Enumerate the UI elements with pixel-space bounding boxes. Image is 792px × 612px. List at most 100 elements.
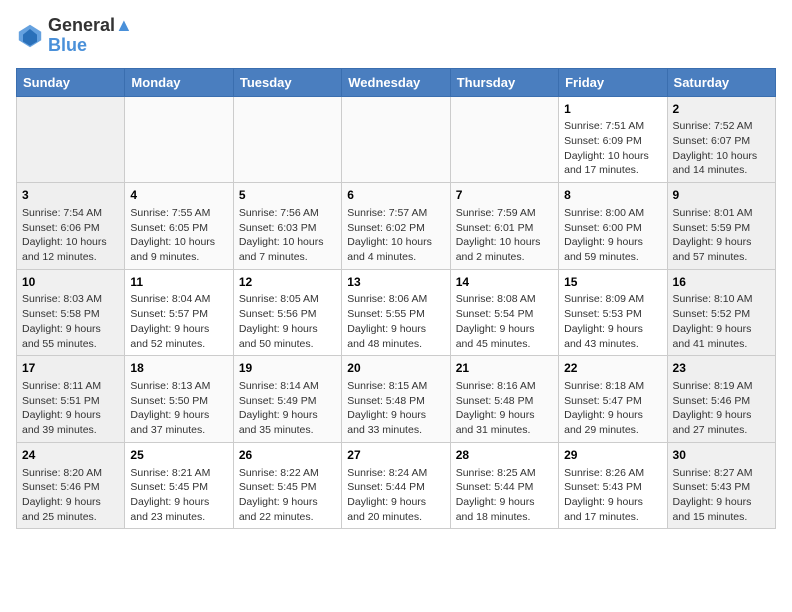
day-cell: 13Sunrise: 8:06 AM Sunset: 5:55 PM Dayli… bbox=[342, 269, 450, 356]
day-info: Sunrise: 8:19 AM Sunset: 5:46 PM Dayligh… bbox=[673, 379, 770, 438]
day-cell: 7 Sunrise: 7:59 AM Sunset: 6:01 PM Daylig… bbox=[450, 183, 558, 270]
day-cell: 23 Sunrise: 8:19 AM Sunset: 5:46 PM Dayli… bbox=[667, 356, 775, 443]
day-cell: 25 Sunrise: 8:21 AM Sunset: 5:45 PM Dayli… bbox=[125, 442, 233, 529]
week-row-5: 24 Sunrise: 8:20 AM Sunset: 5:46 PM Dayli… bbox=[17, 442, 776, 529]
day-cell: 11Sunrise: 8:04 AM Sunset: 5:57 PM Dayli… bbox=[125, 269, 233, 356]
day-info: Sunrise: 8:10 AM Sunset: 5:52 PM Dayligh… bbox=[673, 292, 770, 351]
day-info: Sunrise: 7:59 AM Sunset: 6:01 PM Dayligh… bbox=[456, 206, 553, 265]
day-cell: 30 Sunrise: 8:27 AM Sunset: 5:43 PM Dayli… bbox=[667, 442, 775, 529]
day-info: Sunrise: 7:56 AM Sunset: 6:03 PM Dayligh… bbox=[239, 206, 336, 265]
day-number: 17 bbox=[22, 360, 119, 377]
day-info: Sunrise: 8:05 AM Sunset: 5:56 PM Dayligh… bbox=[239, 292, 336, 351]
weekday-header-monday: Monday bbox=[125, 68, 233, 96]
day-number: 6 bbox=[347, 187, 444, 204]
day-info: Sunrise: 8:21 AM Sunset: 5:45 PM Dayligh… bbox=[130, 466, 227, 525]
day-info: Sunrise: 8:16 AM Sunset: 5:48 PM Dayligh… bbox=[456, 379, 553, 438]
week-row-3: 10Sunrise: 8:03 AM Sunset: 5:58 PM Dayli… bbox=[17, 269, 776, 356]
day-number: 19 bbox=[239, 360, 336, 377]
day-info: Sunrise: 8:20 AM Sunset: 5:46 PM Dayligh… bbox=[22, 466, 119, 525]
day-info: Sunrise: 8:08 AM Sunset: 5:54 PM Dayligh… bbox=[456, 292, 553, 351]
day-info: Sunrise: 8:04 AM Sunset: 5:57 PM Dayligh… bbox=[130, 292, 227, 351]
day-number: 7 bbox=[456, 187, 553, 204]
day-cell: 2Sunrise: 7:52 AM Sunset: 6:07 PM Daylig… bbox=[667, 96, 775, 183]
day-info: Sunrise: 8:01 AM Sunset: 5:59 PM Dayligh… bbox=[673, 206, 770, 265]
day-number: 11 bbox=[130, 274, 227, 291]
day-cell: 24 Sunrise: 8:20 AM Sunset: 5:46 PM Dayli… bbox=[17, 442, 125, 529]
day-info: Sunrise: 8:00 AM Sunset: 6:00 PM Dayligh… bbox=[564, 206, 661, 265]
calendar-table: SundayMondayTuesdayWednesdayThursdayFrid… bbox=[16, 68, 776, 530]
day-cell bbox=[450, 96, 558, 183]
weekday-header-wednesday: Wednesday bbox=[342, 68, 450, 96]
day-number: 2 bbox=[673, 101, 770, 118]
day-info: Sunrise: 8:09 AM Sunset: 5:53 PM Dayligh… bbox=[564, 292, 661, 351]
day-number: 14 bbox=[456, 274, 553, 291]
day-info: Sunrise: 8:11 AM Sunset: 5:51 PM Dayligh… bbox=[22, 379, 119, 438]
day-info: Sunrise: 8:25 AM Sunset: 5:44 PM Dayligh… bbox=[456, 466, 553, 525]
day-number: 3 bbox=[22, 187, 119, 204]
day-number: 18 bbox=[130, 360, 227, 377]
weekday-header-friday: Friday bbox=[559, 68, 667, 96]
day-cell: 27 Sunrise: 8:24 AM Sunset: 5:44 PM Dayli… bbox=[342, 442, 450, 529]
weekday-header-row: SundayMondayTuesdayWednesdayThursdayFrid… bbox=[17, 68, 776, 96]
day-cell: 22 Sunrise: 8:18 AM Sunset: 5:47 PM Dayli… bbox=[559, 356, 667, 443]
day-number: 28 bbox=[456, 447, 553, 464]
day-cell: 15Sunrise: 8:09 AM Sunset: 5:53 PM Dayli… bbox=[559, 269, 667, 356]
weekday-header-saturday: Saturday bbox=[667, 68, 775, 96]
page-header: General▲ Blue bbox=[16, 16, 776, 56]
day-number: 22 bbox=[564, 360, 661, 377]
day-cell bbox=[17, 96, 125, 183]
day-info: Sunrise: 8:03 AM Sunset: 5:58 PM Dayligh… bbox=[22, 292, 119, 351]
week-row-4: 17 Sunrise: 8:11 AM Sunset: 5:51 PM Dayli… bbox=[17, 356, 776, 443]
day-number: 13 bbox=[347, 274, 444, 291]
weekday-header-sunday: Sunday bbox=[17, 68, 125, 96]
day-cell: 10Sunrise: 8:03 AM Sunset: 5:58 PM Dayli… bbox=[17, 269, 125, 356]
day-number: 23 bbox=[673, 360, 770, 377]
day-number: 27 bbox=[347, 447, 444, 464]
day-cell: 5Sunrise: 7:56 AM Sunset: 6:03 PM Daylig… bbox=[233, 183, 341, 270]
day-cell: 16Sunrise: 8:10 AM Sunset: 5:52 PM Dayli… bbox=[667, 269, 775, 356]
day-cell: 19Sunrise: 8:14 AM Sunset: 5:49 PM Dayli… bbox=[233, 356, 341, 443]
day-number: 21 bbox=[456, 360, 553, 377]
day-info: Sunrise: 8:06 AM Sunset: 5:55 PM Dayligh… bbox=[347, 292, 444, 351]
day-cell: 9 Sunrise: 8:01 AM Sunset: 5:59 PM Daylig… bbox=[667, 183, 775, 270]
day-number: 4 bbox=[130, 187, 227, 204]
day-cell: 20 Sunrise: 8:15 AM Sunset: 5:48 PM Dayli… bbox=[342, 356, 450, 443]
day-number: 9 bbox=[673, 187, 770, 204]
day-info: Sunrise: 8:18 AM Sunset: 5:47 PM Dayligh… bbox=[564, 379, 661, 438]
logo: General▲ Blue bbox=[16, 16, 133, 56]
weekday-header-thursday: Thursday bbox=[450, 68, 558, 96]
day-cell: 18 Sunrise: 8:13 AM Sunset: 5:50 PM Dayli… bbox=[125, 356, 233, 443]
weekday-header-tuesday: Tuesday bbox=[233, 68, 341, 96]
day-info: Sunrise: 8:24 AM Sunset: 5:44 PM Dayligh… bbox=[347, 466, 444, 525]
day-cell: 28 Sunrise: 8:25 AM Sunset: 5:44 PM Dayli… bbox=[450, 442, 558, 529]
day-info: Sunrise: 7:55 AM Sunset: 6:05 PM Dayligh… bbox=[130, 206, 227, 265]
day-info: Sunrise: 7:54 AM Sunset: 6:06 PM Dayligh… bbox=[22, 206, 119, 265]
day-info: Sunrise: 7:52 AM Sunset: 6:07 PM Dayligh… bbox=[673, 119, 770, 178]
day-number: 29 bbox=[564, 447, 661, 464]
day-number: 20 bbox=[347, 360, 444, 377]
day-number: 15 bbox=[564, 274, 661, 291]
day-number: 25 bbox=[130, 447, 227, 464]
logo-icon bbox=[16, 22, 44, 50]
day-number: 12 bbox=[239, 274, 336, 291]
day-info: Sunrise: 8:27 AM Sunset: 5:43 PM Dayligh… bbox=[673, 466, 770, 525]
day-cell: 17 Sunrise: 8:11 AM Sunset: 5:51 PM Dayli… bbox=[17, 356, 125, 443]
day-number: 24 bbox=[22, 447, 119, 464]
week-row-1: 1Sunrise: 7:51 AM Sunset: 6:09 PM Daylig… bbox=[17, 96, 776, 183]
day-number: 10 bbox=[22, 274, 119, 291]
week-row-2: 3 Sunrise: 7:54 AM Sunset: 6:06 PM Daylig… bbox=[17, 183, 776, 270]
day-number: 8 bbox=[564, 187, 661, 204]
day-info: Sunrise: 7:57 AM Sunset: 6:02 PM Dayligh… bbox=[347, 206, 444, 265]
day-number: 30 bbox=[673, 447, 770, 464]
day-info: Sunrise: 8:15 AM Sunset: 5:48 PM Dayligh… bbox=[347, 379, 444, 438]
day-cell: 29 Sunrise: 8:26 AM Sunset: 5:43 PM Dayli… bbox=[559, 442, 667, 529]
day-info: Sunrise: 8:13 AM Sunset: 5:50 PM Dayligh… bbox=[130, 379, 227, 438]
day-cell bbox=[342, 96, 450, 183]
day-cell: 3 Sunrise: 7:54 AM Sunset: 6:06 PM Daylig… bbox=[17, 183, 125, 270]
day-cell: 8 Sunrise: 8:00 AM Sunset: 6:00 PM Daylig… bbox=[559, 183, 667, 270]
day-info: Sunrise: 8:26 AM Sunset: 5:43 PM Dayligh… bbox=[564, 466, 661, 525]
day-info: Sunrise: 7:51 AM Sunset: 6:09 PM Dayligh… bbox=[564, 119, 661, 178]
day-cell: 26Sunrise: 8:22 AM Sunset: 5:45 PM Dayli… bbox=[233, 442, 341, 529]
day-cell: 12Sunrise: 8:05 AM Sunset: 5:56 PM Dayli… bbox=[233, 269, 341, 356]
day-cell: 21 Sunrise: 8:16 AM Sunset: 5:48 PM Dayli… bbox=[450, 356, 558, 443]
